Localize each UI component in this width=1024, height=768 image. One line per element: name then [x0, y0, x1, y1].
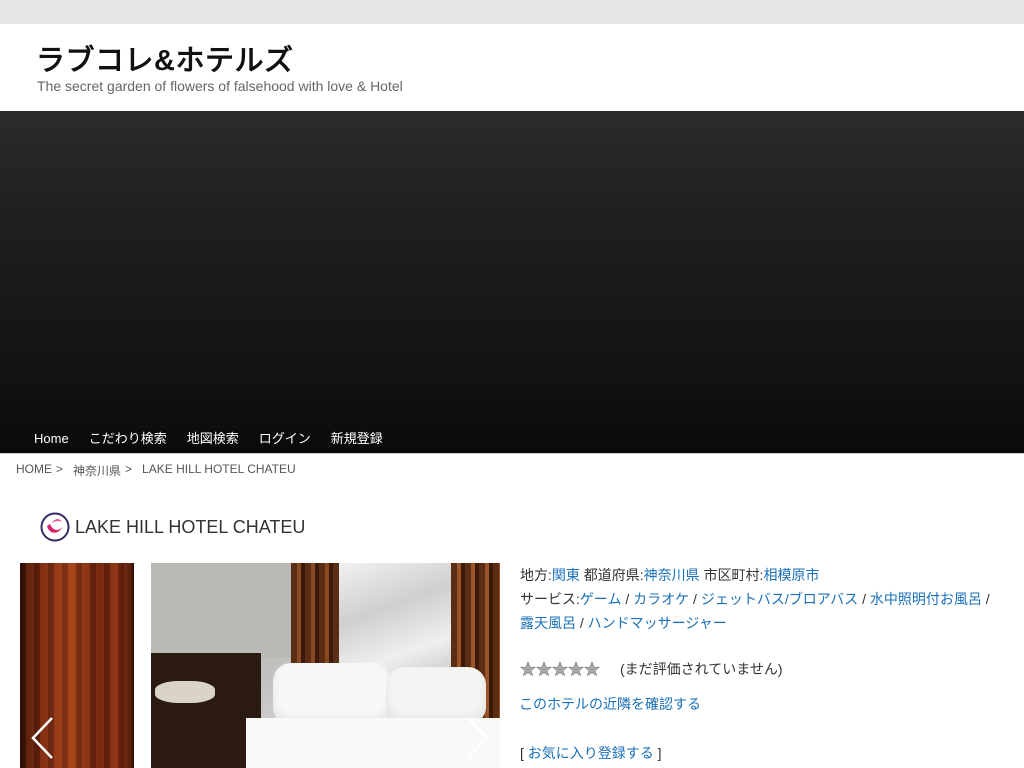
rating-text: (まだ評価されていません) [620, 661, 783, 677]
star-icon[interactable] [568, 661, 584, 677]
divider [0, 453, 1024, 454]
nav-register[interactable]: 新規登録 [321, 424, 393, 454]
photo-pillow [273, 663, 391, 725]
hotel-info: 地方:関東 都道府県:神奈川県 市区町村:相模原市 サービス:ゲーム / カラオ… [520, 563, 1000, 635]
services-label: サービス: [520, 591, 580, 607]
service-separator: / [862, 591, 866, 607]
favorite-link[interactable]: お気に入り登録する [528, 745, 654, 761]
nearby-row: このホテルの近隣を確認する [519, 694, 701, 714]
site-tagline: The secret garden of flowers of falsehoo… [37, 78, 403, 94]
star-rating[interactable] [520, 661, 600, 677]
top-bar [0, 0, 1024, 24]
favorite-row: [ お気に入り登録する ] [520, 743, 662, 763]
breadcrumb-prefecture[interactable]: 神奈川県 [73, 462, 121, 479]
star-icon[interactable] [552, 661, 568, 677]
service-link[interactable]: ジェットバス/ブロアバス [701, 591, 858, 607]
city-label: 市区町村: [703, 567, 764, 583]
nav-home[interactable]: Home [24, 424, 79, 454]
nav-login[interactable]: ログイン [249, 424, 321, 454]
nearby-link[interactable]: このホテルの近隣を確認する [519, 696, 701, 712]
hero-banner: Home こだわり検索 地図検索 ログイン 新規登録 [0, 111, 1024, 454]
service-link[interactable]: カラオケ [633, 591, 689, 607]
photo-nightstand [151, 653, 261, 768]
city-link[interactable]: 相模原市 [763, 567, 819, 583]
prefecture-link[interactable]: 神奈川県 [644, 567, 700, 583]
hotel-heading: LAKE HILL HOTEL CHATEU [40, 512, 305, 542]
service-separator: / [693, 591, 697, 607]
chevron-left-icon[interactable] [30, 716, 56, 760]
favorite-bracket-close: ] [657, 745, 662, 761]
breadcrumb-home[interactable]: HOME [16, 462, 52, 479]
hotel-logo-icon [40, 512, 70, 542]
region-link[interactable]: 関東 [552, 567, 580, 583]
services-row: サービス:ゲーム / カラオケ / ジェットバス/ブロアバス / 水中照明付お風… [520, 587, 1000, 635]
star-icon[interactable] [584, 661, 600, 677]
gallery-main-photo[interactable] [151, 563, 500, 768]
star-icon[interactable] [536, 661, 552, 677]
photo-wall [151, 563, 291, 658]
chevron-right-icon[interactable] [464, 716, 490, 760]
photo-phone [155, 681, 215, 703]
breadcrumb: HOME > 神奈川県 > LAKE HILL HOTEL CHATEU [16, 462, 306, 479]
breadcrumb-current: LAKE HILL HOTEL CHATEU [142, 462, 296, 476]
main-nav: Home こだわり検索 地図検索 ログイン 新規登録 [24, 424, 393, 454]
service-separator: / [625, 591, 630, 607]
rating-row: (まだ評価されていません) [520, 659, 782, 679]
site-title[interactable]: ラブコレ&ホテルズ [36, 37, 293, 79]
photo-bed [246, 718, 500, 768]
service-link[interactable]: 露天風呂 [520, 615, 576, 631]
star-icon[interactable] [520, 661, 536, 677]
breadcrumb-separator: > [125, 462, 133, 476]
nav-advanced-search[interactable]: こだわり検索 [79, 424, 177, 454]
site-header: ラブコレ&ホテルズ The secret garden of flowers o… [0, 24, 1024, 111]
location-row: 地方:関東 都道府県:神奈川県 市区町村:相模原市 [520, 563, 1000, 587]
region-label: 地方: [520, 567, 552, 583]
service-separator: / [985, 591, 990, 607]
service-link[interactable]: 水中照明付お風呂 [870, 591, 982, 607]
service-link[interactable]: ゲーム [580, 591, 622, 607]
service-link[interactable]: ハンドマッサージャー [588, 615, 727, 631]
service-separator: / [579, 615, 584, 631]
hotel-name: LAKE HILL HOTEL CHATEU [75, 516, 306, 537]
prefecture-label: 都道府県: [583, 567, 644, 583]
favorite-bracket-open: [ [520, 745, 524, 761]
breadcrumb-separator: > [56, 462, 64, 476]
nav-map-search[interactable]: 地図検索 [177, 424, 249, 454]
